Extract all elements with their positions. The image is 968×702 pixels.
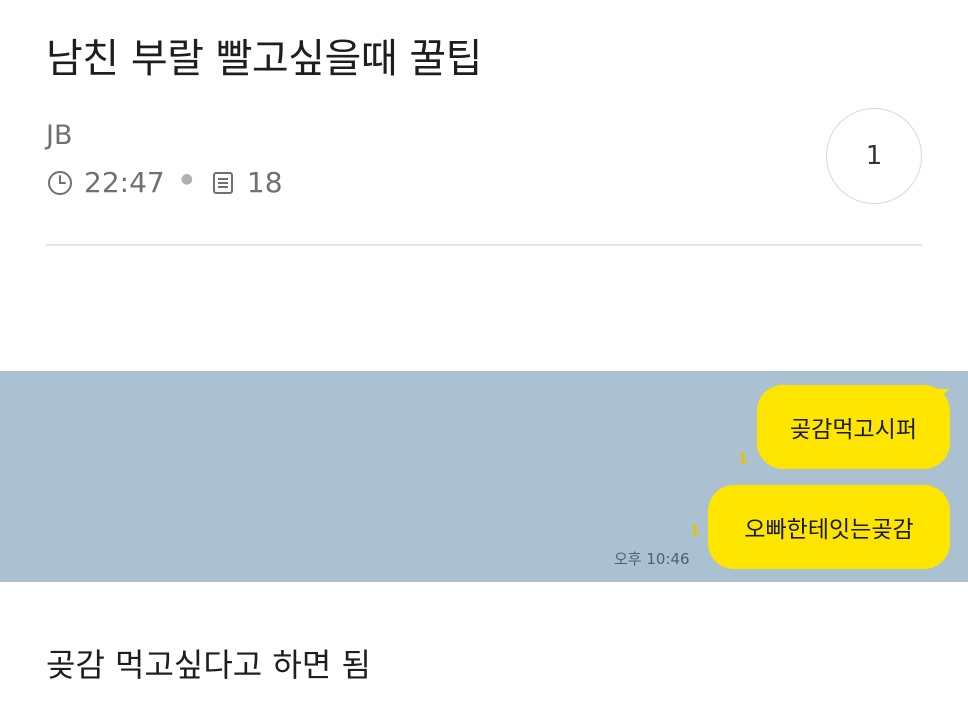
comment-count-button[interactable]: 1	[826, 108, 922, 204]
header-divider	[46, 244, 922, 246]
chat-bubble: 오빠한테잇는곶감	[708, 485, 950, 569]
post-time: 22:47	[84, 166, 165, 199]
post-meta: 22:47 ● 18	[46, 166, 283, 199]
post-body-text: 곶감 먹고싶다고 하면 됨	[46, 646, 371, 684]
unread-count: 1	[690, 523, 700, 539]
unread-count: 1	[738, 451, 748, 467]
chat-screenshot: 곶감먹고시퍼 1 오빠한테잇는곶감 1 오후 10:46	[0, 371, 968, 582]
post-title: 남친 부랄 빨고싶을때 꿀팁	[46, 36, 482, 82]
document-icon	[209, 169, 237, 197]
author-name[interactable]: JB	[46, 120, 73, 151]
clock-icon	[46, 169, 74, 197]
message-timestamp: 오후 10:46	[614, 550, 690, 568]
chat-bubble: 곶감먹고시퍼	[757, 385, 950, 469]
view-count: 18	[246, 166, 283, 199]
meta-separator: ●	[180, 170, 193, 187]
